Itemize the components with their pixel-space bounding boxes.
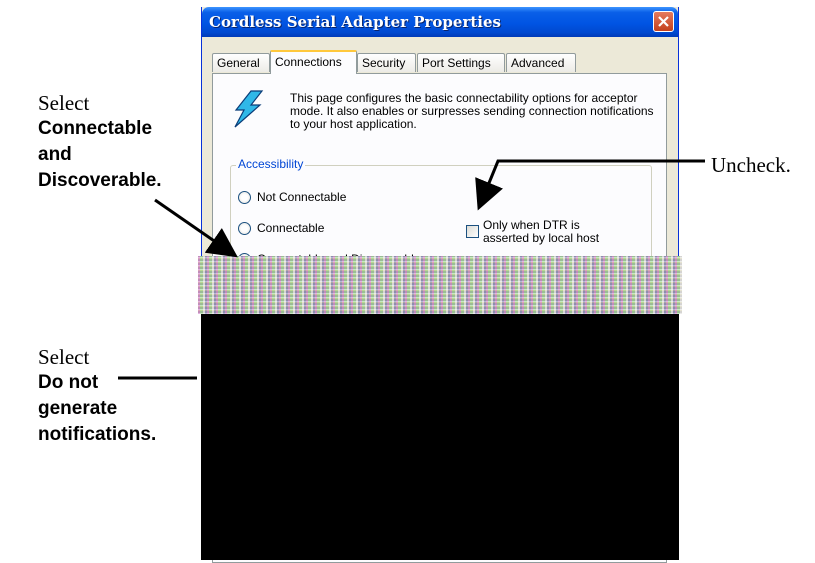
annotation-arrows (118, 159, 705, 380)
arrow-to-dtr-checkbox (475, 159, 705, 211)
arrow-to-discoverable (154, 198, 238, 258)
tab-connections[interactable]: Connections (270, 50, 357, 74)
